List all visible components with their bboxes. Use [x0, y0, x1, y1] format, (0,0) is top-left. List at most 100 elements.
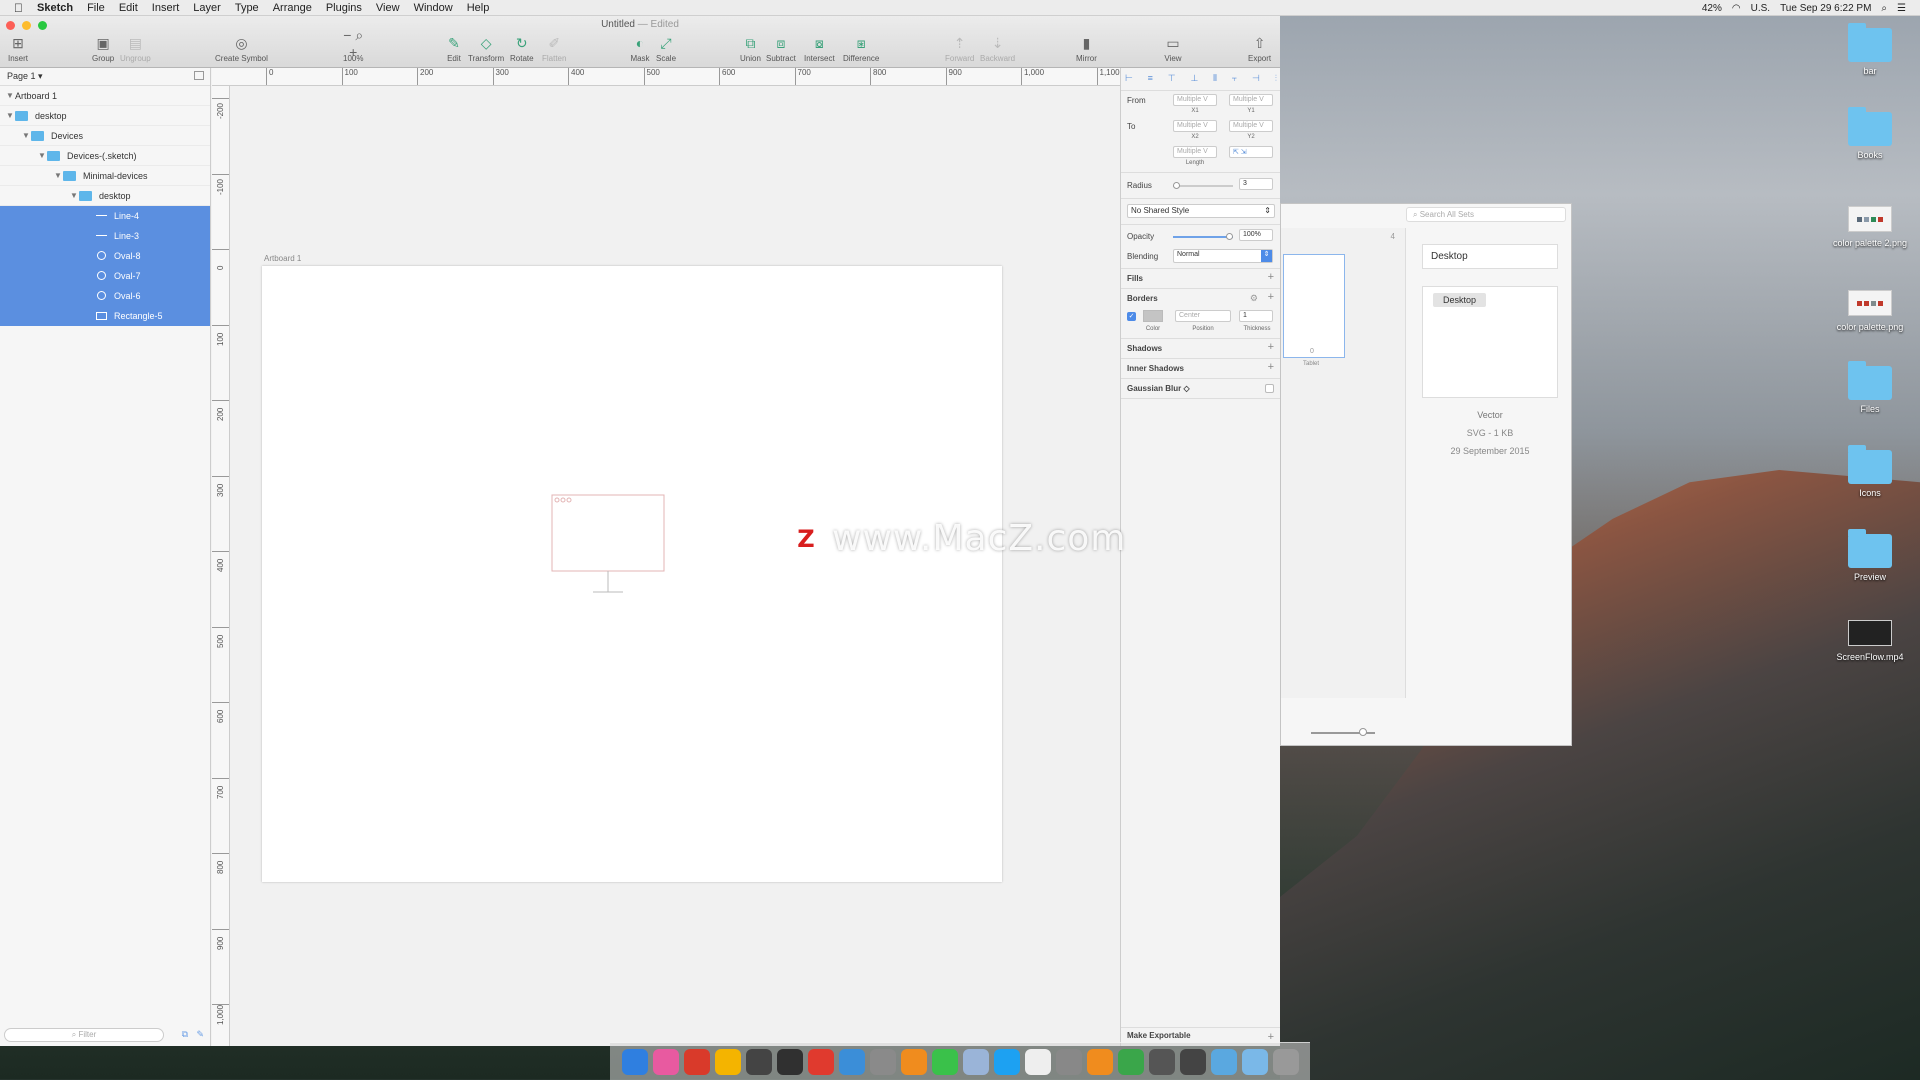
desktop-device-shape[interactable]: [551, 494, 667, 596]
scale-button[interactable]: ⤢ Scale: [656, 34, 676, 64]
dock-app-icon[interactable]: [993, 1048, 1020, 1075]
layer-row[interactable]: ▼ Artboard 1: [0, 86, 210, 106]
distribute-icon[interactable]: ⫴: [1213, 73, 1217, 85]
wifi-icon[interactable]: ◠: [1732, 3, 1741, 14]
layer-row[interactable]: Oval-7: [0, 266, 210, 286]
group-button[interactable]: ▣ Group: [92, 34, 114, 64]
desktop-icon[interactable]: color palette 2.png: [1815, 202, 1920, 248]
dock-app-icon[interactable]: [807, 1048, 834, 1075]
dock-app-icon[interactable]: [1148, 1048, 1175, 1075]
dock-app-icon[interactable]: [621, 1048, 648, 1075]
length-field[interactable]: Multiple V: [1173, 146, 1217, 158]
intersect-button[interactable]: ⧇ Intersect: [804, 34, 835, 64]
dock-app-icon[interactable]: [869, 1048, 896, 1075]
artboard-label[interactable]: Artboard 1: [264, 254, 301, 263]
forward-button[interactable]: ⇡ Forward: [945, 34, 974, 64]
border-position-select[interactable]: Center: [1175, 310, 1231, 322]
edit-button[interactable]: ✎ Edit: [444, 34, 464, 64]
y1-field[interactable]: Multiple V: [1229, 94, 1273, 106]
opacity-field[interactable]: 100%: [1239, 229, 1273, 241]
dock-app-icon[interactable]: [838, 1048, 865, 1075]
dock-app-icon[interactable]: [1055, 1048, 1082, 1075]
align-left-icon[interactable]: ⊢: [1125, 73, 1133, 85]
add-fill-icon[interactable]: +: [1268, 271, 1274, 283]
dock-app-icon[interactable]: [652, 1048, 679, 1075]
layer-row[interactable]: ▼ desktop: [0, 186, 210, 206]
transform-button[interactable]: ◇ Transform: [468, 34, 504, 64]
dock-app-icon[interactable]: [745, 1048, 772, 1075]
border-thickness-field[interactable]: 1: [1239, 310, 1273, 322]
menu-file[interactable]: File: [87, 2, 105, 14]
menu-arrange[interactable]: Arrange: [273, 2, 312, 14]
add-shadow-icon[interactable]: +: [1268, 341, 1274, 353]
menu-insert[interactable]: Insert: [152, 2, 180, 14]
rotate-button[interactable]: ↻ Rotate: [510, 34, 534, 64]
blending-select[interactable]: Normal ⇕: [1173, 249, 1273, 263]
desktop-icon[interactable]: Files: [1815, 361, 1920, 414]
page-selector[interactable]: Page 1 ▾: [0, 68, 210, 86]
gaussian-blur-section[interactable]: Gaussian Blur ◇: [1127, 384, 1190, 393]
library-zoom-slider[interactable]: [1291, 727, 1406, 739]
dock-app-icon[interactable]: [900, 1048, 927, 1075]
radius-slider[interactable]: [1173, 182, 1233, 189]
battery-percent[interactable]: 42%: [1702, 3, 1722, 14]
union-button[interactable]: ⧉ Union: [740, 34, 761, 64]
layer-row[interactable]: Oval-6: [0, 286, 210, 306]
layer-row[interactable]: Line-4: [0, 206, 210, 226]
align-right-icon[interactable]: ⊣: [1252, 73, 1260, 85]
border-color-swatch[interactable]: [1143, 310, 1163, 322]
align-middle-icon[interactable]: ⊥: [1190, 73, 1198, 85]
clock[interactable]: Tue Sep 29 6:22 PM: [1780, 3, 1871, 14]
view-button[interactable]: ▭ View: [1163, 34, 1183, 64]
border-enabled-checkbox[interactable]: ✓: [1127, 312, 1136, 321]
zoom-control[interactable]: − ⌕ +100%: [343, 27, 363, 64]
dock-app-icon[interactable]: [1272, 1048, 1299, 1075]
library-title-field[interactable]: Desktop: [1422, 244, 1558, 269]
mirror-button[interactable]: ▮ Mirror: [1076, 34, 1097, 64]
desktop-icon[interactable]: color palette.png: [1815, 286, 1920, 332]
dock-app-icon[interactable]: [776, 1048, 803, 1075]
notification-center-icon[interactable]: ☰: [1897, 3, 1906, 14]
align-bottom-icon[interactable]: ⫟: [1232, 73, 1237, 85]
artboard[interactable]: [262, 266, 1002, 882]
insert-button[interactable]: ⊞ Insert: [8, 34, 28, 64]
difference-button[interactable]: ⧆ Difference: [843, 34, 879, 64]
x1-field[interactable]: Multiple V: [1173, 94, 1217, 106]
menu-edit[interactable]: Edit: [119, 2, 138, 14]
layer-row[interactable]: ▼ Devices-(.sketch): [0, 146, 210, 166]
opacity-slider[interactable]: [1173, 233, 1233, 240]
layer-row[interactable]: ▼ desktop: [0, 106, 210, 126]
menu-app-sketch[interactable]: Sketch: [37, 2, 73, 14]
layer-row[interactable]: Line-3: [0, 226, 210, 246]
layer-row[interactable]: Oval-8: [0, 246, 210, 266]
create-symbol-button[interactable]: ◎ Create Symbol: [215, 34, 268, 64]
disclosure-triangle-icon[interactable]: ▼: [70, 191, 79, 200]
tablet-thumbnail[interactable]: 0: [1283, 254, 1345, 358]
disclosure-triangle-icon[interactable]: ▼: [6, 91, 15, 100]
blur-enabled-checkbox[interactable]: [1265, 384, 1274, 393]
disclosure-triangle-icon[interactable]: ▼: [6, 111, 15, 120]
desktop-icon[interactable]: ScreenFlow.mp4: [1815, 616, 1920, 662]
ungroup-button[interactable]: ▤ Ungroup: [120, 34, 151, 64]
menu-help[interactable]: Help: [467, 2, 490, 14]
y2-field[interactable]: Multiple V: [1229, 120, 1273, 132]
add-border-icon[interactable]: +: [1268, 291, 1274, 303]
desktop-icon[interactable]: Books: [1815, 107, 1920, 160]
dock-app-icon[interactable]: [931, 1048, 958, 1075]
flatten-button[interactable]: ✐ Flatten: [542, 34, 566, 64]
page-list-icon[interactable]: [194, 71, 204, 80]
shared-style-select[interactable]: No Shared Style ⇕: [1127, 204, 1275, 218]
disclosure-triangle-icon[interactable]: ▼: [54, 171, 63, 180]
input-source[interactable]: U.S.: [1751, 3, 1770, 14]
export-button[interactable]: ⇧ Export: [1248, 34, 1271, 64]
align-center-icon[interactable]: ≡: [1148, 73, 1153, 85]
desktop-icon[interactable]: bar: [1815, 23, 1920, 76]
radius-field[interactable]: 3: [1239, 178, 1273, 190]
dock-app-icon[interactable]: [714, 1048, 741, 1075]
layer-filter-input[interactable]: ⌕ Filter: [4, 1028, 164, 1042]
layer-row[interactable]: ▼ Devices: [0, 126, 210, 146]
x2-field[interactable]: Multiple V: [1173, 120, 1217, 132]
layer-row[interactable]: Rectangle-5: [0, 306, 210, 326]
menu-window[interactable]: Window: [414, 2, 453, 14]
align-top-icon[interactable]: ⊤: [1168, 73, 1176, 85]
